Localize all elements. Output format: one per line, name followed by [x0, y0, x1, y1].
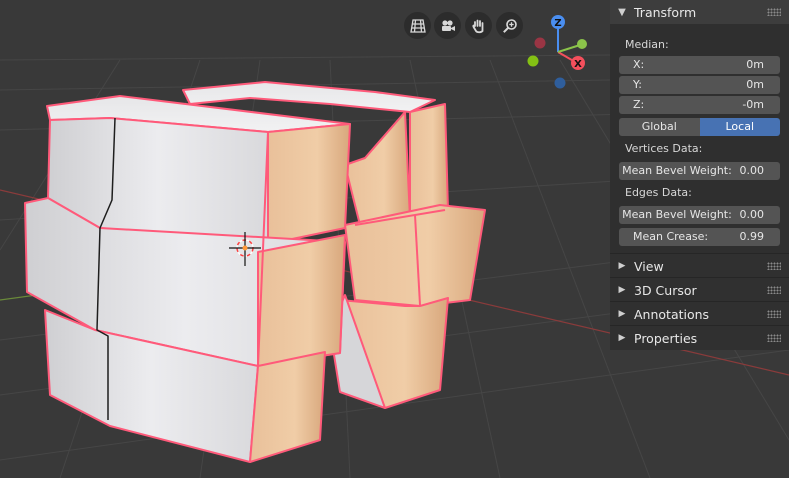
expand-arrow-icon: ▶ [618, 333, 626, 343]
median-z-label: Z: [633, 98, 645, 111]
3d-cursor-panel-header[interactable]: ▶ 3D Cursor [610, 278, 789, 302]
navigation-gizmo[interactable]: Z X [515, 12, 600, 97]
edges-data-label: Edges Data: [625, 186, 692, 199]
hand-pan-icon [471, 18, 487, 34]
pan-view-button[interactable] [465, 12, 492, 39]
drag-handle-icon[interactable] [767, 262, 781, 270]
coordinate-space-toggle: Global Local [619, 118, 780, 136]
median-y-value: 0m [746, 78, 764, 91]
median-x-value: 0m [746, 58, 764, 71]
mean-crease-field[interactable]: Mean Crease: 0.99 [619, 228, 780, 246]
vertices-data-label: Vertices Data: [625, 142, 703, 155]
properties-panel-header[interactable]: ▶ Properties [610, 326, 789, 350]
gizmo-neg-x-ball [534, 37, 546, 49]
3d-cursor-title: 3D Cursor [634, 282, 697, 298]
grid-view-icon [409, 18, 426, 33]
annotations-title: Annotations [634, 306, 710, 322]
expand-arrow-icon: ▶ [618, 309, 626, 319]
view-panel-header[interactable]: ▶ View [610, 254, 789, 278]
drag-handle-icon[interactable] [767, 8, 781, 16]
global-space-button[interactable]: Global [619, 118, 700, 136]
median-y-label: Y: [633, 78, 642, 91]
mesh-object-front[interactable] [24, 95, 351, 463]
sidebar-panel: ▼ Transform Median: X: 0m Y: 0m Z: -0m G… [610, 0, 789, 350]
camera-view-icon [440, 19, 456, 33]
camera-view-button[interactable] [434, 12, 461, 39]
drag-handle-icon[interactable] [767, 310, 781, 318]
drag-handle-icon[interactable] [767, 286, 781, 294]
transform-panel-header[interactable]: ▼ Transform [610, 0, 789, 24]
properties-title: Properties [634, 330, 698, 346]
median-z-field[interactable]: Z: -0m [619, 96, 780, 114]
toggle-grid-view-button[interactable] [404, 12, 431, 39]
transform-title: Transform [634, 4, 697, 20]
median-x-label: X: [633, 58, 645, 71]
collapse-arrow-icon: ▼ [618, 6, 626, 18]
median-y-field[interactable]: Y: 0m [619, 76, 780, 94]
annotations-panel-header[interactable]: ▶ Annotations [610, 302, 789, 326]
edge-bevel-weight-field[interactable]: Mean Bevel Weight: 0.00 [619, 206, 780, 224]
mean-crease-value: 0.99 [739, 230, 765, 243]
edge-bevel-weight-value: 0.00 [739, 208, 765, 221]
expand-arrow-icon: ▶ [618, 261, 626, 271]
gizmo-neg-z-ball [554, 77, 566, 89]
median-x-field[interactable]: X: 0m [619, 56, 780, 74]
gizmo-x-label: X [574, 59, 582, 70]
vertex-bevel-weight-value: 0.00 [739, 164, 765, 177]
drag-handle-icon[interactable] [767, 334, 781, 342]
vertex-bevel-weight-field[interactable]: Mean Bevel Weight: 0.00 [619, 162, 780, 180]
gizmo-neg-y-ball [527, 55, 539, 67]
median-label: Median: [625, 38, 669, 51]
mean-crease-label: Mean Crease: [633, 230, 709, 243]
median-z-value: -0m [742, 98, 764, 111]
gizmo-z-label: Z [554, 18, 561, 29]
gizmo-y-ball [577, 39, 587, 49]
3d-viewport[interactable]: Z X ▼ Transform Median: X: 0m Y: 0m Z: -… [0, 0, 789, 478]
local-space-button[interactable]: Local [699, 118, 780, 136]
view-title: View [634, 258, 664, 274]
expand-arrow-icon: ▶ [618, 285, 626, 295]
